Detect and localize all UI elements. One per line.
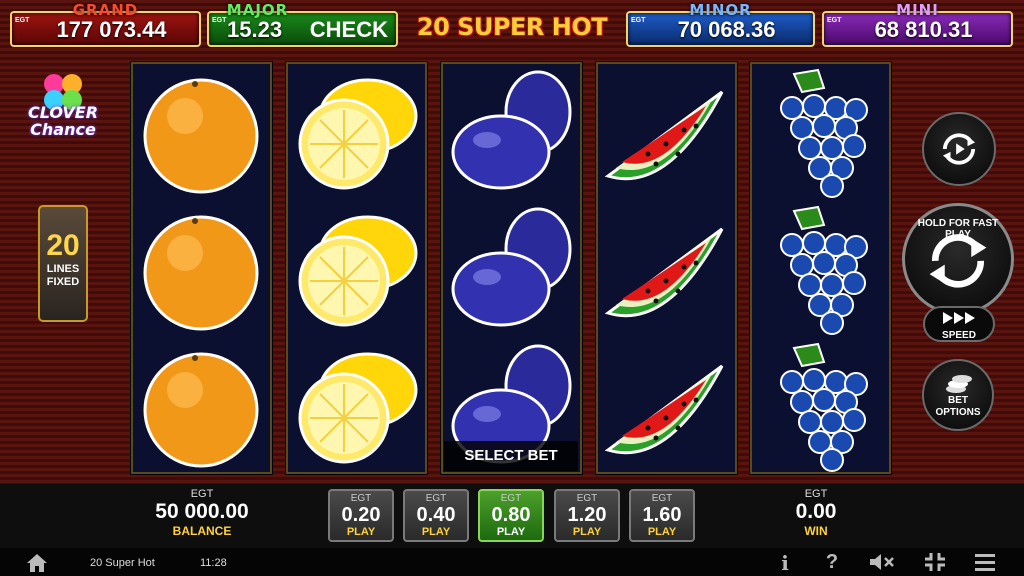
egt-logo: EGT — [576, 493, 598, 504]
jackpot-check-button[interactable]: CHECK — [310, 17, 388, 43]
egt-logo: EGT — [425, 493, 447, 504]
clover-chance-logo: CLOVER Chance — [20, 104, 106, 138]
lemon-icon — [298, 352, 418, 464]
egt-logo: EGT — [190, 488, 214, 500]
egt-logo: EGT — [350, 493, 372, 504]
orange-icon — [143, 78, 259, 194]
egt-logo: EGT — [500, 493, 522, 504]
bet-options-label: BET OPTIONS — [924, 395, 992, 419]
bet-options-line1: BET — [948, 395, 968, 406]
reel-2 — [286, 62, 427, 474]
spin-icon — [929, 234, 987, 288]
watermelon-icon — [604, 227, 724, 318]
bet-play-label: PLAY — [572, 526, 602, 538]
speed-button[interactable]: SPEED — [923, 306, 995, 342]
bet-play-label: PLAY — [346, 526, 376, 538]
autoplay-button[interactable] — [922, 112, 996, 186]
grapes-icon — [780, 68, 868, 198]
spin-button[interactable]: HOLD FOR FAST PLAY — [902, 203, 1014, 315]
lemon-icon — [298, 215, 418, 327]
bet-button-1.60[interactable]: EGT 1.60 PLAY — [629, 489, 695, 542]
balance-value: 50 000.00 — [155, 500, 249, 523]
menu-icon[interactable] — [972, 551, 998, 573]
jackpot-major[interactable]: MAJOR EGT 15.23 CHECK — [207, 1, 398, 47]
win-label: WIN — [804, 524, 828, 538]
bet-button-0.40[interactable]: EGT 0.40 PLAY — [403, 489, 469, 542]
fast-forward-icon — [943, 312, 975, 324]
egt-logo: EGT — [15, 17, 30, 24]
jackpot-minor-value: 70 068.36 — [677, 17, 776, 42]
lines-count: 20 — [46, 229, 80, 262]
jackpot-grand-value: 177 073.44 — [56, 17, 167, 42]
chips-icon — [946, 375, 972, 393]
orange-icon — [143, 352, 259, 468]
bet-options-button[interactable]: BET OPTIONS — [922, 359, 994, 431]
reel-5 — [750, 62, 891, 474]
jackpot-minor: MINOR EGT 70 068.36 — [626, 1, 815, 47]
orange-icon — [143, 215, 259, 331]
reel-1 — [131, 62, 272, 474]
lines-label: LINES FIXED — [40, 263, 86, 289]
grapes-icon — [780, 205, 868, 335]
bet-value: 1.60 — [642, 504, 682, 526]
info-icon[interactable]: i — [775, 551, 795, 575]
bet-value: 1.20 — [567, 504, 607, 526]
home-icon[interactable] — [26, 553, 48, 573]
win-display: EGT 0.00 WIN — [760, 488, 872, 538]
egt-logo: EGT — [631, 17, 646, 24]
select-bet-button[interactable]: SELECT BET — [444, 441, 578, 471]
bet-play-label: PLAY — [496, 526, 526, 538]
speed-label: SPEED — [942, 330, 976, 341]
bet-play-label: PLAY — [421, 526, 451, 538]
win-value: 0.00 — [795, 500, 837, 523]
balance-label: BALANCE — [172, 524, 232, 538]
logo-line2: Chance — [30, 120, 96, 139]
fullscreen-icon[interactable] — [922, 551, 948, 573]
footer-game-name: 20 Super Hot — [90, 557, 155, 569]
help-icon[interactable]: ? — [822, 551, 842, 573]
bet-options-line2: OPTIONS — [935, 407, 981, 418]
plum-icon — [451, 70, 572, 190]
bet-button-1.20[interactable]: EGT 1.20 PLAY — [554, 489, 620, 542]
plum-icon — [451, 207, 572, 327]
jackpot-grand: GRAND EGT 177 073.44 — [10, 1, 201, 47]
grapes-icon — [780, 342, 868, 472]
watermelon-icon — [604, 364, 724, 455]
bet-value: 0.40 — [416, 504, 456, 526]
autoplay-icon — [942, 133, 976, 165]
jackpot-mini: MINI EGT 68 810.31 — [822, 1, 1013, 47]
egt-logo: EGT — [827, 17, 842, 24]
reel-3 — [441, 62, 582, 474]
balance-display: EGT 50 000.00 BALANCE — [140, 488, 264, 538]
lines-label-1: LINES — [46, 263, 80, 275]
bet-value: 0.20 — [341, 504, 381, 526]
sound-muted-icon[interactable] — [868, 551, 896, 573]
bet-button-0.20[interactable]: EGT 0.20 PLAY — [328, 489, 394, 542]
reel-4 — [596, 62, 737, 474]
egt-logo: EGT — [651, 493, 673, 504]
bet-button-0.80[interactable]: EGT 0.80 PLAY — [478, 489, 544, 542]
lines-label-2: FIXED — [46, 276, 80, 288]
bet-play-label: PLAY — [647, 526, 677, 538]
game-title: 20 SUPER HOT — [416, 13, 608, 41]
jackpot-mini-value: 68 810.31 — [874, 17, 973, 42]
egt-logo: EGT — [804, 488, 828, 500]
lines-indicator: 20 LINES FIXED — [38, 205, 88, 322]
egt-logo: EGT — [212, 17, 227, 24]
watermelon-icon — [604, 90, 724, 181]
lemon-icon — [298, 78, 418, 190]
bet-value: 0.80 — [491, 504, 531, 526]
footer-clock: 11:28 — [200, 557, 227, 569]
